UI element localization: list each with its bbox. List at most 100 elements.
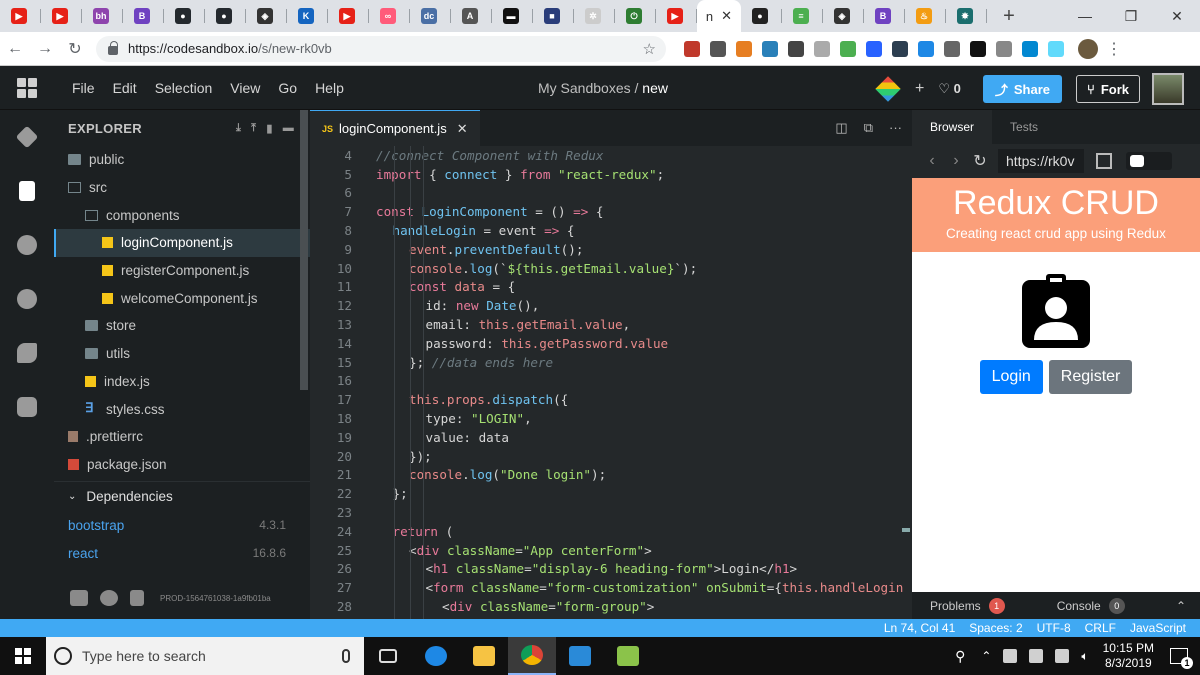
close-tab-icon[interactable]: ✕ [457,121,468,137]
encoding[interactable]: UTF-8 [1037,621,1071,635]
split-editor-icon[interactable]: ◫ [835,120,847,136]
restore-icon[interactable]: ❐ [1108,0,1154,32]
megaphone-icon[interactable] [736,40,752,57]
battery-icon[interactable] [1003,649,1018,663]
wifi-icon[interactable] [1055,649,1070,663]
dependency-item[interactable]: bootstrap 4.3.1 [54,511,310,539]
twitter-icon[interactable] [70,590,88,606]
language-mode[interactable]: JavaScript [1130,621,1186,635]
download-icon[interactable]: ⤓ [236,122,241,135]
menu-file[interactable]: File [72,80,95,96]
preview-refresh-icon[interactable]: ↻ [968,151,992,171]
browser-tab[interactable]: ⏻ [615,0,656,32]
tree-item[interactable]: .prettierrc [54,423,310,451]
cursor-position[interactable]: Ln 74, Col 41 [884,621,955,635]
pinwheel-icon[interactable] [814,40,830,57]
window-close-icon[interactable]: ✕ [1154,0,1200,32]
puzzle-icon[interactable] [1022,40,1038,57]
browser-tab[interactable]: K [287,0,328,32]
browser-tab[interactable]: ● [164,0,205,32]
browser-tab[interactable]: ✲ [574,0,615,32]
preview-toggle[interactable] [1126,152,1172,170]
menu-go[interactable]: Go [278,80,297,96]
reload-icon[interactable]: ↻ [60,39,90,59]
people-icon[interactable]: ⚲ [955,648,965,665]
editor-tab-login-component[interactable]: JS loginComponent.js ✕ [310,110,480,146]
volume-icon[interactable]: 🔈︎ [1081,649,1088,664]
notification-center-icon[interactable]: 1 [1170,648,1193,669]
new-tab-icon[interactable]: + [995,5,1023,28]
browser-tab[interactable]: ● [741,0,782,32]
code-area[interactable]: 4//connect Component with Redux 5 import {… [310,146,912,619]
profile-avatar[interactable] [1078,38,1098,59]
tree-item[interactable]: index.js [54,368,310,396]
vscode-icon[interactable] [556,637,604,675]
file-explorer-icon[interactable] [0,164,54,218]
browser-tab[interactable]: ▶ [0,0,41,32]
microphone-icon[interactable] [342,649,350,663]
register-button[interactable]: Register [1048,360,1133,394]
preview-url-input[interactable]: https://rk0v [998,149,1084,173]
g-icon[interactable] [788,40,804,57]
browser-tab[interactable]: ● [205,0,246,32]
tray-chevron-icon[interactable]: ⌃ [981,649,991,663]
windows-start-icon[interactable] [0,637,46,675]
browser-tab[interactable]: ▶ [328,0,369,32]
dependencies-header[interactable]: ⌄ Dependencies [54,481,310,511]
s-icon[interactable] [970,40,986,57]
taskbar-search[interactable]: Type here to search [46,637,364,675]
share-button[interactable]: ⤴ Share [982,75,1063,103]
deploy-icon[interactable] [875,76,901,102]
more-actions-icon[interactable]: ··· [889,120,902,136]
tree-item[interactable]: src [54,174,310,202]
upload-icon[interactable]: ⤒ [251,122,256,135]
q-icon[interactable] [944,40,960,57]
browser-tab[interactable]: ∞ [369,0,410,32]
tree-item[interactable]: components [54,201,310,229]
close-icon[interactable]: ✕ [721,8,732,24]
tree-item[interactable]: registerComponent.js [54,257,310,285]
explorer-scrollbar[interactable] [300,110,308,390]
tree-item[interactable]: public [54,146,310,174]
deploy-rocket-icon[interactable] [0,326,54,380]
book-icon[interactable] [684,40,700,57]
user-avatar[interactable] [1152,73,1184,105]
tree-item[interactable]: loginComponent.js [54,229,310,257]
tree-item[interactable]: ∃ styles.css [54,395,310,423]
minimize-icon[interactable]: — [1062,0,1108,32]
browser-tab[interactable]: A [451,0,492,32]
chrome-icon[interactable] [508,637,556,675]
browser-tab[interactable]: ▬ [492,0,533,32]
forward-icon[interactable]: → [30,40,60,58]
settings-gear-icon[interactable] [0,218,54,272]
box-icon[interactable] [762,40,778,57]
menu-view[interactable]: View [230,80,260,96]
browser-tab[interactable]: ▶ [656,0,697,32]
notepad-plus-icon[interactable] [604,637,652,675]
terminal-icon[interactable] [892,40,908,57]
browser-tab[interactable]: ◈ [823,0,864,32]
tree-item[interactable]: store [54,312,310,340]
tree-item[interactable]: utils [54,340,310,368]
edge-icon[interactable] [412,637,460,675]
browser-menu-icon[interactable]: ⋮ [1106,39,1122,59]
menu-selection[interactable]: Selection [155,80,213,96]
browser-tab[interactable]: B [864,0,905,32]
tab-tests[interactable]: Tests [992,110,1056,144]
video-icon[interactable] [918,40,934,57]
preview-forward-icon[interactable]: › [944,152,968,170]
problems-tab[interactable]: Problems 1 [912,597,1005,614]
circle-icon[interactable] [710,40,726,57]
plus-icon[interactable]: + [915,80,924,98]
bookmark-star-icon[interactable]: ☆ [643,40,656,58]
preview-back-icon[interactable]: ‹ [920,152,944,170]
sandbox-info-icon[interactable] [0,110,54,164]
like-button[interactable]: ♡ 0 [938,81,961,97]
login-button[interactable]: Login [979,360,1043,394]
browser-tab[interactable]: B [123,0,164,32]
browser-tab[interactable]: ■ [533,0,574,32]
dependency-item[interactable]: react 16.8.6 [54,539,310,567]
github-footer-icon[interactable] [100,590,118,606]
browser-tab[interactable]: bh [82,0,123,32]
browser-tab[interactable]: dc [410,0,451,32]
